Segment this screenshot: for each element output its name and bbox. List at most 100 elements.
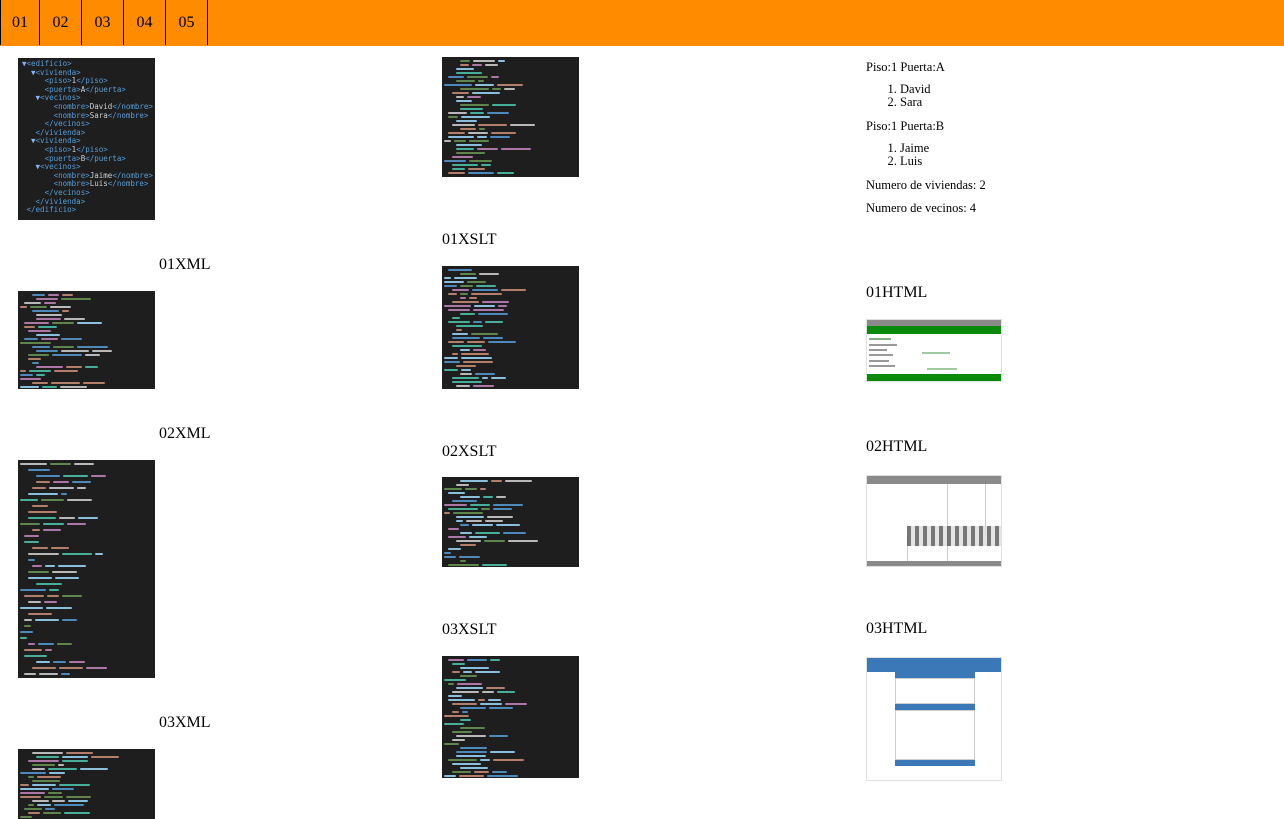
code-line [444,556,456,558]
code-line [452,671,460,673]
html-04-thumbnail[interactable] [866,657,1002,781]
html-02-thumbnail[interactable] [866,319,1002,382]
code-line [452,381,482,383]
code-line [481,508,490,510]
code-line [444,160,466,162]
code-line [448,132,465,134]
code-line [20,788,49,790]
code-line [444,277,451,279]
code-line [452,771,471,773]
code-line [42,386,57,388]
code-line [59,517,75,519]
code-line [448,321,470,323]
code-line [28,643,35,645]
code-line [491,76,499,78]
code-line [448,76,464,78]
caption-02html: 02HTML [866,438,928,455]
code-line [53,346,74,348]
code-line [448,492,465,494]
code-line [36,583,62,585]
code-line [52,788,74,790]
code-line [51,382,80,384]
code-line [28,358,41,360]
xslt-01-thumbnail[interactable] [442,57,579,177]
code-line [28,613,52,615]
code-line [460,373,472,375]
code-line [460,480,488,482]
code-line [486,687,505,689]
xslt-03-thumbnail[interactable] [442,477,579,567]
code-line [24,535,39,537]
code-line [41,499,64,501]
code-line [456,100,472,102]
caption-02xml: 02XML [159,425,211,442]
code-line [24,302,41,304]
list-item: David [900,83,1166,96]
code-line [484,540,505,542]
tab-02[interactable]: 02 [40,0,82,45]
code-line [28,511,57,513]
code-line [487,516,513,518]
code-line [460,297,466,299]
code-line [461,116,490,118]
xslt-02-thumbnail[interactable] [442,266,579,389]
code-line [452,377,479,379]
code-line [30,306,47,308]
code-line [91,756,119,758]
code-line [448,341,464,343]
code-line [488,341,516,343]
code-line [469,140,489,142]
code-line [32,382,48,384]
tab-03[interactable]: 03 [82,0,124,45]
code-line [456,735,486,737]
code-line [64,812,90,814]
code-line [28,571,49,573]
code-line [479,273,499,275]
code-line [58,565,86,567]
code-line [20,784,29,786]
code-line [493,504,523,506]
code-line [32,768,45,770]
tab-05[interactable]: 05 [166,0,208,45]
xml-01-thumbnail[interactable]: ▼<edificio> ▼<vivienda> <piso>1</piso> <… [18,58,155,220]
code-line [452,345,482,347]
code-line [448,564,479,566]
code-line [32,505,48,507]
code-line [48,792,62,794]
code-line [448,659,464,661]
code-line [456,755,486,757]
tab-01[interactable]: 01 [0,0,40,45]
code-line [28,804,34,806]
code-line [86,667,107,669]
code-line [72,481,91,483]
code-line [62,619,77,621]
code-line [460,532,472,534]
code-line [489,735,508,737]
code-line [29,370,51,372]
code-line [448,759,477,761]
code-line [32,346,50,348]
tab-04[interactable]: 04 [124,0,166,45]
html-03-thumbnail[interactable] [866,475,1002,567]
list-item: Jaime [900,142,1166,155]
code-line [36,334,60,336]
xml-04-thumbnail[interactable] [18,749,155,819]
code-line [80,768,108,770]
code-line [62,595,82,597]
code-line [83,382,105,384]
code-line [469,536,487,538]
xml-03-thumbnail[interactable] [18,460,155,678]
xslt-04-thumbnail[interactable] [442,656,579,778]
code-line [62,553,92,555]
code-line [460,88,489,90]
code-line [44,796,63,798]
code-line [63,475,88,477]
xml-02-thumbnail[interactable] [18,291,155,389]
code-line [36,350,58,352]
code-line [456,365,476,367]
code-line [45,649,52,651]
code-line [28,812,40,814]
caption-03xslt: 03XSLT [442,621,497,638]
code-line [497,84,523,86]
code-line [67,499,92,501]
